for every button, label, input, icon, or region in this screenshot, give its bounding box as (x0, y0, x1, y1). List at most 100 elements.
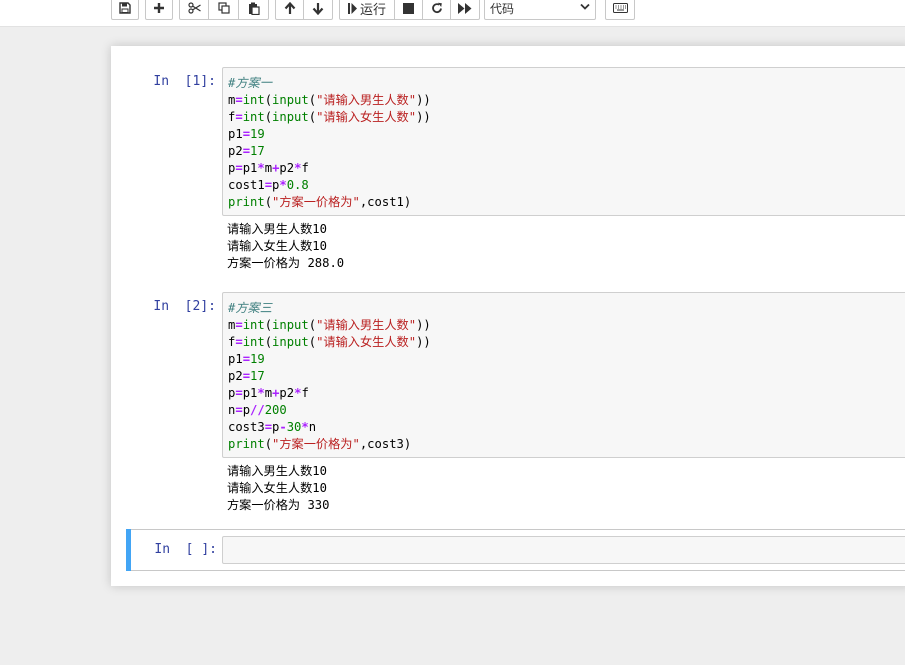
paste-button[interactable] (239, 0, 269, 20)
code-token: = (242, 127, 251, 141)
code-token: * (257, 161, 265, 175)
step-forward-icon (347, 2, 357, 14)
code-token: ( (264, 110, 273, 124)
input-prompt: In [1]: (153, 74, 216, 89)
code-token: p1 (228, 127, 243, 141)
command-palette-button[interactable] (605, 0, 635, 20)
cell-type-select[interactable]: 代码 (484, 0, 596, 20)
restart-kernel-button[interactable] (423, 0, 451, 20)
cut-button[interactable] (179, 0, 209, 20)
code-token: ( (308, 110, 317, 124)
code-token: ( (264, 318, 273, 332)
code-token: )) (416, 335, 431, 349)
code-token: ( (308, 93, 317, 107)
save-button[interactable] (111, 0, 139, 20)
copy-icon (217, 2, 230, 14)
code-line: p=p1*m+p2*f (228, 160, 905, 177)
copy-button[interactable] (209, 0, 239, 20)
code-line: p1=19 (228, 126, 905, 143)
code-token: // (250, 403, 265, 417)
code-input-area[interactable]: #方案三 m=int(input("请输入男生人数")) f=int(input("… (222, 292, 905, 458)
code-token: * (257, 386, 265, 400)
code-token: )) (416, 93, 431, 107)
add-cell-button[interactable] (145, 0, 173, 20)
code-token: int (242, 318, 265, 332)
run-button[interactable]: 运行 (339, 0, 395, 20)
code-token: print (228, 195, 265, 209)
code-token: "请输入男生人数" (316, 318, 417, 332)
paste-icon (248, 2, 260, 15)
move-up-button[interactable] (275, 0, 304, 20)
code-token: - (279, 420, 287, 434)
code-token: p2 (228, 369, 243, 383)
code-token: m (264, 161, 273, 175)
code-token: #方案三 (228, 301, 272, 315)
input-prompt: In [ ]: (154, 542, 217, 557)
output-line: 请输入男生人数10 (227, 464, 327, 478)
code-line: m=int(input("请输入男生人数")) (228, 92, 905, 109)
code-token: = (242, 352, 251, 366)
code-token: int (242, 335, 265, 349)
redo-icon (431, 2, 442, 14)
move-down-button[interactable] (304, 0, 333, 20)
code-token: 200 (264, 403, 287, 417)
code-token: "请输入男生人数" (316, 93, 417, 107)
notebook-container: In [1]: #方案一 m=int(input("请输入男生人数")) f=int… (111, 46, 905, 586)
code-token: = (242, 369, 251, 383)
code-input-area[interactable]: #方案一 m=int(input("请输入男生人数")) f=int(input("… (222, 67, 905, 216)
code-editor[interactable]: #方案三 m=int(input("请输入男生人数")) f=int(input("… (223, 293, 905, 453)
code-token: "请输入女生人数" (316, 110, 417, 124)
code-token: #方案一 (228, 76, 272, 90)
code-line: print("方案一价格为",cost1) (228, 194, 905, 211)
code-line: print("方案一价格为",cost3) (228, 436, 905, 453)
code-editor[interactable]: #方案一 m=int(input("请输入男生人数")) f=int(input("… (223, 68, 905, 211)
code-line: #方案三 (228, 300, 905, 317)
plus-icon (154, 3, 164, 13)
code-cell-selected[interactable]: In [ ]: (126, 529, 905, 571)
interrupt-kernel-button[interactable] (395, 0, 423, 20)
code-token: int (242, 93, 265, 107)
code-token: p2 (279, 386, 295, 400)
code-token: input (272, 335, 309, 349)
fast-forward-icon (458, 2, 472, 14)
code-line: p1=19 (228, 351, 905, 368)
arrow-down-icon (312, 2, 324, 15)
code-token: ( (308, 318, 317, 332)
code-token: 0.8 (286, 178, 309, 192)
code-token: = (235, 161, 243, 175)
cell-type-value: 代码 (490, 1, 515, 16)
code-token: ( (308, 335, 317, 349)
code-input-area[interactable] (222, 536, 905, 564)
code-token: "方案一价格为" (272, 437, 360, 451)
code-token: ( (264, 195, 273, 209)
code-token: ( (264, 93, 273, 107)
code-line: m=int(input("请输入男生人数")) (228, 317, 905, 334)
code-token: input (272, 93, 309, 107)
code-line: p2=17 (228, 368, 905, 385)
code-token: 17 (250, 369, 265, 383)
code-token: ( (264, 335, 273, 349)
code-line: p2=17 (228, 143, 905, 160)
output-line: 方案一价格为 288.0 (227, 256, 345, 270)
code-token: = (235, 386, 243, 400)
code-token: 19 (250, 127, 265, 141)
code-line: n=p//200 (228, 402, 905, 419)
code-token: = (235, 110, 243, 124)
code-line: cost1=p*0.8 (228, 177, 905, 194)
code-token: 30 (286, 420, 302, 434)
code-token: = (235, 403, 243, 417)
code-token: * (279, 178, 287, 192)
code-token: p (242, 403, 251, 417)
code-line: cost3=p-30*n (228, 419, 905, 436)
cell-output: 请输入男生人数10 请输入女生人数10 方案一价格为 288.0 (227, 221, 344, 272)
restart-run-all-button[interactable] (451, 0, 480, 20)
code-line: f=int(input("请输入女生人数")) (228, 109, 905, 126)
code-token: * (301, 420, 309, 434)
code-token: 17 (250, 144, 265, 158)
code-token: "请输入女生人数" (316, 335, 417, 349)
code-line: #方案一 (228, 75, 905, 92)
code-token: cost3 (228, 420, 265, 434)
code-token: )) (416, 110, 431, 124)
chevron-down-icon (580, 3, 590, 10)
run-button-label: 运行 (359, 2, 386, 18)
